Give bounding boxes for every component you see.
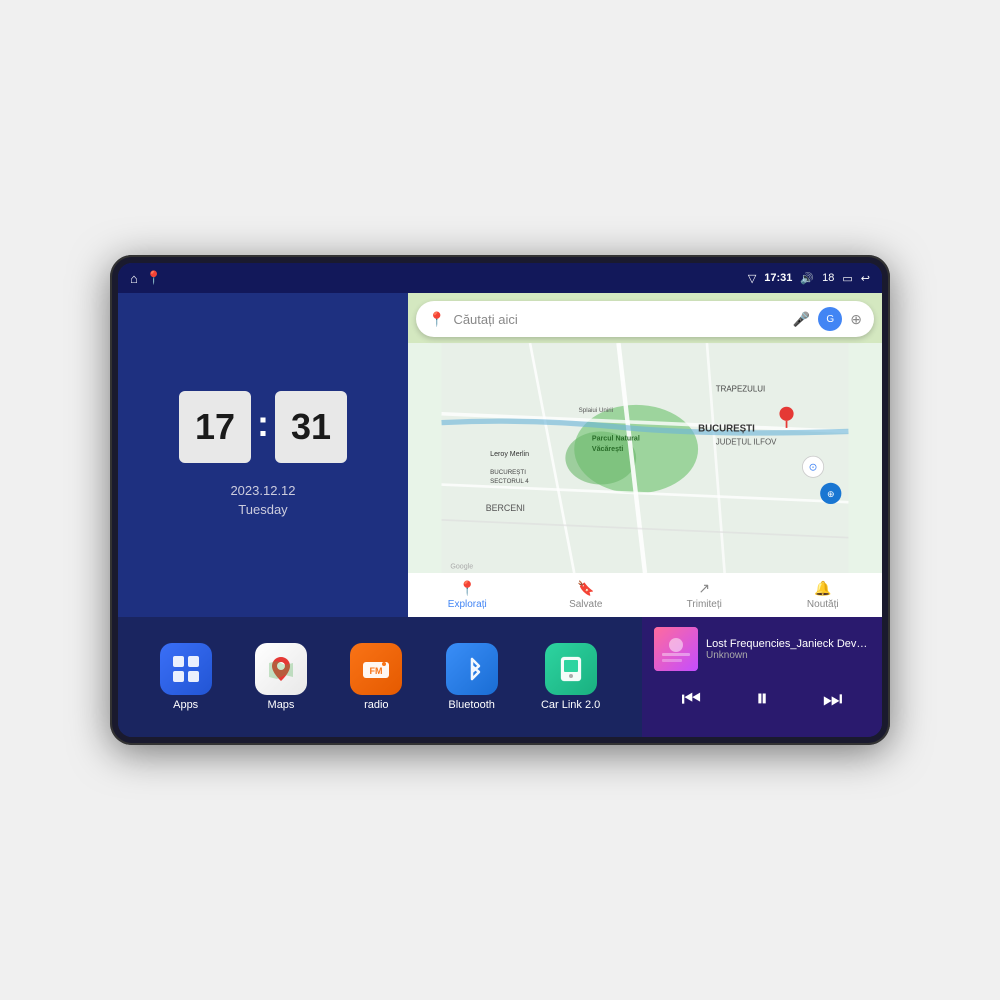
status-bar: ⌂ 📍 ▽ 17:31 🔊 18 ▭ ↩ — [118, 263, 882, 293]
svg-text:JUDEȚUL ILFOV: JUDEȚUL ILFOV — [716, 438, 777, 447]
svg-text:⊙: ⊙ — [809, 461, 818, 473]
top-section: 17 : 31 2023.12.12 Tuesday 📍 Căutați aic… — [118, 293, 882, 617]
clock-minute: 31 — [275, 391, 347, 463]
music-top: Lost Frequencies_Janieck Devy-... Unknow… — [654, 627, 870, 671]
clock-hour: 17 — [179, 391, 251, 463]
music-artist: Unknown — [706, 650, 870, 661]
send-label: Trimiteți — [687, 599, 722, 610]
volume-level: 18 — [822, 272, 834, 284]
apps-label: Apps — [173, 699, 198, 711]
music-prev-button[interactable]: ⏮ — [673, 682, 709, 716]
news-label: Noutăți — [807, 599, 839, 610]
bluetooth-label: Bluetooth — [448, 699, 494, 711]
maps-icon-img — [255, 643, 307, 695]
back-icon[interactable]: ↩ — [861, 272, 870, 285]
carlink-icon-img — [545, 643, 597, 695]
explore-icon: 📍 — [459, 580, 476, 597]
map-background: BUCUREȘTI JUDEȚUL ILFOV BERCENI TRAPEZUL… — [408, 343, 882, 573]
clock-widget: 17 : 31 2023.12.12 Tuesday — [118, 293, 408, 617]
svg-text:⊕: ⊕ — [827, 489, 834, 499]
svg-text:FM: FM — [370, 666, 383, 676]
status-left-icons: ⌂ 📍 — [130, 270, 162, 286]
map-search-bar[interactable]: 📍 Căutați aici 🎤 G ⊕ — [416, 301, 874, 337]
maps-label: Maps — [268, 699, 295, 711]
bottom-section: Apps Maps — [118, 617, 882, 737]
music-player: Lost Frequencies_Janieck Devy-... Unknow… — [642, 617, 882, 737]
volume-icon: 🔊 — [800, 272, 814, 285]
app-icon-carlink[interactable]: Car Link 2.0 — [541, 643, 600, 711]
music-info: Lost Frequencies_Janieck Devy-... Unknow… — [706, 638, 870, 661]
saved-icon: 🔖 — [577, 580, 594, 597]
svg-text:Văcărești: Văcărești — [592, 446, 623, 453]
map-pin-icon: 📍 — [428, 311, 445, 328]
signal-icon: ▽ — [748, 272, 756, 285]
radio-icon-img: FM — [350, 643, 402, 695]
map-nav-news[interactable]: 🔔 Noutăți — [764, 580, 883, 610]
map-nav-saved[interactable]: 🔖 Salvate — [527, 580, 646, 610]
map-bottom-nav: 📍 Explorați 🔖 Salvate ↗ Trimiteți 🔔 — [408, 573, 882, 617]
apps-icon-img — [160, 643, 212, 695]
maps-shortcut-icon[interactable]: 📍 — [146, 270, 162, 286]
svg-text:Parcul Natural: Parcul Natural — [592, 435, 640, 442]
svg-text:BUCUREȘTI: BUCUREȘTI — [698, 423, 755, 434]
map-search-placeholder[interactable]: Căutați aici — [453, 312, 784, 327]
news-icon: 🔔 — [814, 580, 831, 597]
svg-text:SECTORUL 4: SECTORUL 4 — [490, 478, 529, 485]
status-right-info: ▽ 17:31 🔊 18 ▭ ↩ — [748, 272, 870, 285]
svg-text:Google: Google — [450, 564, 473, 571]
explore-label: Explorați — [448, 599, 487, 610]
map-nav-send[interactable]: ↗ Trimiteți — [645, 580, 764, 610]
music-next-button[interactable]: ⏭ — [815, 682, 851, 716]
map-nav-explore[interactable]: 📍 Explorați — [408, 580, 527, 610]
time-display: 17:31 — [764, 272, 792, 284]
home-icon[interactable]: ⌂ — [130, 271, 138, 286]
svg-text:Leroy Merlin: Leroy Merlin — [490, 451, 529, 458]
main-content: 17 : 31 2023.12.12 Tuesday 📍 Căutați aic… — [118, 293, 882, 737]
bluetooth-icon-img — [446, 643, 498, 695]
apps-section: Apps Maps — [118, 617, 642, 737]
map-widget[interactable]: 📍 Căutați aici 🎤 G ⊕ — [408, 293, 882, 617]
music-title: Lost Frequencies_Janieck Devy-... — [706, 638, 870, 650]
user-avatar[interactable]: G — [818, 307, 842, 331]
mic-icon[interactable]: 🎤 — [793, 311, 810, 328]
battery-icon: ▭ — [842, 272, 852, 285]
svg-text:BERCENI: BERCENI — [486, 503, 525, 513]
svg-text:TRAPEZULUI: TRAPEZULUI — [716, 385, 766, 394]
layers-icon[interactable]: ⊕ — [850, 311, 862, 328]
saved-label: Salvate — [569, 599, 602, 610]
svg-text:BUCUREȘTI: BUCUREȘTI — [490, 469, 526, 476]
device-screen: ⌂ 📍 ▽ 17:31 🔊 18 ▭ ↩ 17 : — [118, 263, 882, 737]
car-head-unit: ⌂ 📍 ▽ 17:31 🔊 18 ▭ ↩ 17 : — [110, 255, 890, 745]
app-icon-bluetooth[interactable]: Bluetooth — [446, 643, 498, 711]
radio-label: radio — [364, 699, 388, 711]
app-icon-apps[interactable]: Apps — [160, 643, 212, 711]
clock-date: 2023.12.12 Tuesday — [230, 481, 295, 520]
carlink-label: Car Link 2.0 — [541, 699, 600, 711]
music-play-pause-button[interactable]: ⏸ — [748, 681, 776, 717]
app-icon-radio[interactable]: FM radio — [350, 643, 402, 711]
music-thumbnail — [654, 627, 698, 671]
app-icon-maps[interactable]: Maps — [255, 643, 307, 711]
svg-text:Splaiui Unirii: Splaiui Unirii — [579, 407, 613, 414]
send-icon: ↗ — [698, 580, 710, 597]
music-controls: ⏮ ⏸ ⏭ — [654, 677, 870, 721]
clock-display: 17 : 31 — [179, 391, 347, 463]
clock-colon: : — [257, 403, 269, 445]
